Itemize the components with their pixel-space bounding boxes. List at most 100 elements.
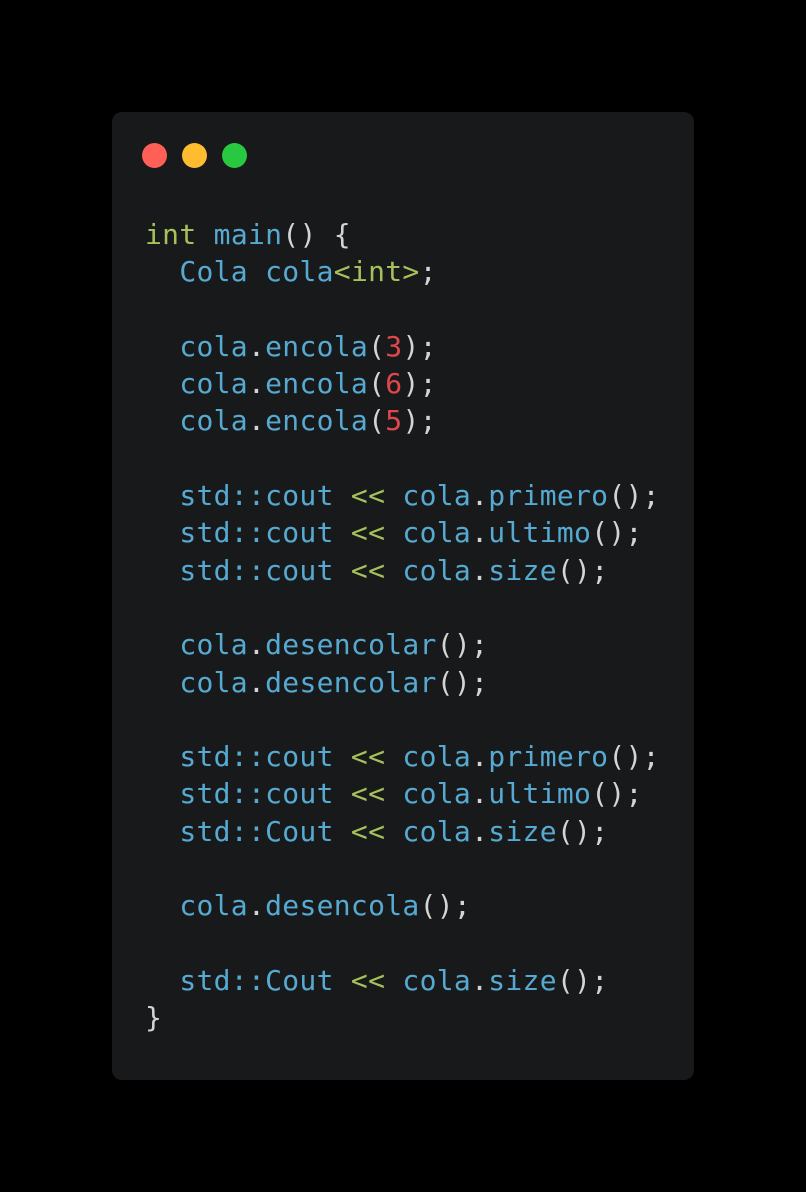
code-token: cola: [402, 777, 472, 811]
code-token: ();: [556, 814, 609, 848]
code-token: cola: [179, 329, 248, 363]
code-line: Cola cola<int>;: [145, 253, 660, 290]
code-token: .: [471, 516, 489, 550]
code-token: size: [488, 553, 557, 587]
code-line: cola.encola(3);: [145, 328, 660, 365]
code-token: .: [247, 889, 266, 923]
code-token: <<: [350, 963, 386, 997]
code-token: Cola: [179, 255, 248, 289]
code-token: (: [368, 367, 386, 401]
code-token: .: [471, 814, 489, 848]
code-token: );: [402, 367, 437, 401]
code-token: cola: [179, 367, 248, 401]
code-token: <<: [350, 740, 386, 774]
code-token: <<: [350, 479, 386, 513]
code-token: desencola: [265, 889, 420, 923]
code-token: ultimo: [488, 516, 592, 550]
code-token: ();: [591, 777, 643, 811]
code-token: .: [247, 367, 266, 401]
code-line: std::cout << cola.primero();: [145, 477, 660, 514]
code-token: ();: [556, 963, 609, 997]
code-token: size: [488, 963, 557, 997]
code-line: std::Cout << cola.size();: [145, 962, 660, 999]
code-token: std::cout: [179, 516, 334, 550]
code-token: cola: [179, 889, 248, 923]
code-token: 3: [385, 329, 403, 363]
code-token: cola: [402, 516, 472, 550]
code-token: (: [368, 404, 386, 438]
minimize-dot[interactable]: [182, 143, 207, 168]
code-token: cola: [179, 665, 248, 699]
code-token: primero: [488, 740, 609, 774]
code-token: }: [145, 1001, 163, 1035]
code-block: int main() { Cola cola<int>; cola.encola…: [145, 216, 660, 1037]
code-line: std::cout << cola.ultimo();: [145, 514, 660, 551]
code-token: .: [471, 963, 489, 997]
code-line: cola.desencolar();: [145, 626, 660, 663]
code-token: desencolar: [265, 628, 437, 662]
code-token: );: [402, 404, 437, 438]
code-token: encola: [265, 329, 369, 363]
code-token: .: [471, 479, 489, 513]
code-token: std::cout: [179, 777, 334, 811]
code-token: <<: [350, 814, 386, 848]
code-token: ;: [419, 255, 437, 289]
code-line: std::Cout << cola.size();: [145, 813, 660, 850]
code-token: std::cout: [179, 553, 334, 587]
code-token: std::cout: [179, 740, 334, 774]
code-token: cola: [179, 404, 248, 438]
code-line: int main() {: [145, 216, 660, 253]
code-token: ();: [419, 889, 472, 923]
code-line: }: [145, 999, 660, 1036]
maximize-dot[interactable]: [222, 143, 247, 168]
code-token: int: [145, 218, 197, 251]
code-token: <<: [350, 516, 386, 550]
code-token: <<: [350, 553, 386, 587]
code-token: .: [471, 740, 489, 774]
code-token: ultimo: [488, 777, 592, 811]
code-token: cola: [402, 479, 472, 513]
close-dot[interactable]: [142, 143, 167, 168]
code-token: primero: [488, 479, 609, 513]
code-token: .: [471, 553, 489, 587]
code-token: cola: [265, 255, 334, 289]
code-token: ();: [436, 665, 489, 699]
code-token: cola: [402, 814, 472, 848]
code-token: 6: [385, 367, 403, 401]
code-line: cola.desencolar();: [145, 664, 660, 701]
code-token: main: [213, 218, 283, 251]
code-line: cola.encola(6);: [145, 365, 660, 402]
code-window: int main() { Cola cola<int>; cola.encola…: [112, 112, 694, 1080]
code-token: encola: [265, 404, 369, 438]
code-token: desencolar: [265, 665, 437, 699]
code-line: std::cout << cola.size();: [145, 552, 660, 589]
code-token: ();: [436, 628, 489, 662]
code-token: encola: [265, 367, 369, 401]
